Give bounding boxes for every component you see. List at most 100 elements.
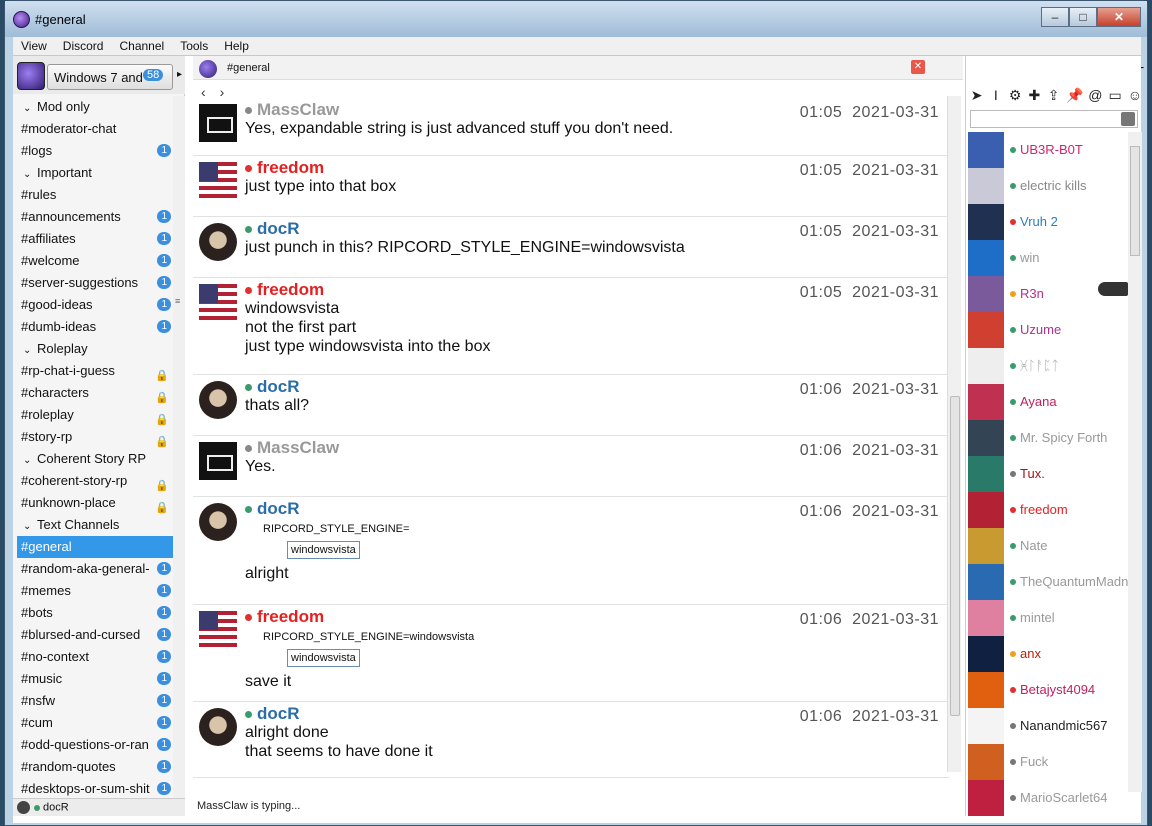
member-scrollbar[interactable] xyxy=(1128,132,1142,792)
member-item[interactable]: win xyxy=(966,240,1128,276)
member-item[interactable]: Mr. Spicy Forth xyxy=(966,420,1128,456)
close-tab-icon[interactable]: ✕ xyxy=(911,60,925,74)
channel-item[interactable]: #blursed-and-cursed 1 xyxy=(17,624,173,646)
forward-arrow-icon[interactable]: › xyxy=(220,84,239,100)
channel-category[interactable]: ⌄ Coherent Story RP xyxy=(17,448,173,470)
channel-item[interactable]: #memes 1 xyxy=(17,580,173,602)
menu-view[interactable]: View xyxy=(13,39,55,53)
menu-discord[interactable]: Discord xyxy=(55,39,112,53)
member-item[interactable]: TheQuantumMadne xyxy=(966,564,1136,600)
upload-icon[interactable]: ⇪ xyxy=(1047,87,1060,104)
channel-item[interactable]: #characters 🔒 xyxy=(17,382,173,404)
scroll-thumb[interactable] xyxy=(950,396,960,716)
member-item[interactable]: Nate xyxy=(966,528,1128,564)
message[interactable]: docR 01:05 2021-03-31 just punch in this? … xyxy=(193,217,949,278)
plus-icon[interactable]: ✚ xyxy=(1028,87,1041,104)
author-name[interactable]: docR xyxy=(245,704,300,724)
author-name[interactable]: freedom xyxy=(245,280,324,300)
channel-item[interactable]: #rules xyxy=(17,184,173,206)
channel-item[interactable]: #logs 1 xyxy=(17,140,173,162)
channel-item[interactable]: #dumb-ideas 1 xyxy=(17,316,173,338)
folder-icon[interactable]: ▭ xyxy=(1108,87,1121,104)
message[interactable]: MassClaw 01:06 2021-03-31 Yes. xyxy=(193,436,949,497)
member-item[interactable]: mintel xyxy=(966,600,1128,636)
member-item[interactable]: Uzume xyxy=(966,312,1128,348)
current-user-bar[interactable]: docR xyxy=(13,798,185,816)
channel-item[interactable]: #no-context 1 xyxy=(17,646,173,668)
chat-scrollbar[interactable] xyxy=(947,96,961,772)
author-name[interactable]: MassClaw xyxy=(245,438,339,458)
channel-category[interactable]: ⌄ Text Channels xyxy=(17,514,173,536)
message[interactable]: docR 01:06 2021-03-31 alright done that see… xyxy=(193,702,949,778)
avatar[interactable] xyxy=(199,104,237,142)
channel-item[interactable]: #general xyxy=(17,536,173,558)
chevron-right-icon[interactable]: ▸ xyxy=(177,69,182,80)
mention-icon[interactable]: @ xyxy=(1088,87,1102,103)
channel-item[interactable]: #odd-questions-or-ran 1 xyxy=(17,734,173,756)
message[interactable]: MassClaw 01:05 2021-03-31 Yes, expandable … xyxy=(193,100,949,156)
avatar[interactable] xyxy=(199,162,237,200)
channel-item[interactable]: #moderator-chat xyxy=(17,118,173,140)
members-icon[interactable]: ☺ xyxy=(1128,87,1142,103)
menu-tools[interactable]: Tools xyxy=(172,39,216,53)
channel-item[interactable]: #roleplay 🔒 xyxy=(17,404,173,426)
channel-item[interactable]: #random-aka-general- 1 xyxy=(17,558,173,580)
channel-item[interactable]: #bots 1 xyxy=(17,602,173,624)
minimize-button[interactable]: – xyxy=(1041,7,1069,27)
tab-general[interactable]: #general xyxy=(227,62,270,74)
channel-item[interactable]: #random-quotes 1 xyxy=(17,756,173,778)
menu-channel[interactable]: Channel xyxy=(111,39,172,53)
member-item[interactable]: anx xyxy=(966,636,1128,672)
channel-item[interactable]: #rp-chat-i-guess 🔒 xyxy=(17,360,173,382)
member-item[interactable]: MarioScarlet64 xyxy=(966,780,1128,816)
channel-item[interactable]: #server-suggestions 1 xyxy=(17,272,173,294)
member-item[interactable]: Vruh 2 xyxy=(966,204,1128,240)
message[interactable]: freedom 01:05 2021-03-31 windowsvista not t… xyxy=(193,278,949,375)
channel-category[interactable]: ⌄ Mod only xyxy=(17,96,173,118)
member-item[interactable]: Nanandmic567 xyxy=(966,708,1128,744)
author-name[interactable]: freedom xyxy=(245,607,324,627)
pointer-icon[interactable]: ➤ xyxy=(970,87,983,104)
pin-icon[interactable]: 📌 xyxy=(1066,87,1083,104)
member-item[interactable]: UB3R-B0T xyxy=(966,132,1128,168)
channel-item[interactable]: #music 1 xyxy=(17,668,173,690)
avatar[interactable] xyxy=(199,223,237,261)
maximize-button[interactable]: □ xyxy=(1069,7,1097,27)
message[interactable]: freedom 01:05 2021-03-31 just type into th… xyxy=(193,156,949,217)
avatar[interactable] xyxy=(199,284,237,322)
member-item[interactable]: freedom xyxy=(966,492,1128,528)
menu-help[interactable]: Help xyxy=(216,39,257,53)
close-button[interactable]: ✕ xyxy=(1097,7,1141,27)
avatar[interactable] xyxy=(199,442,237,480)
title-bar[interactable]: #general – □ ✕ xyxy=(5,1,1147,37)
channel-item[interactable]: #story-rp 🔒 xyxy=(17,426,173,448)
channel-item[interactable]: #coherent-story-rp 🔒 xyxy=(17,470,173,492)
text-cursor-icon[interactable]: I xyxy=(989,87,1002,103)
channel-item[interactable]: #good-ideas 1 xyxy=(17,294,173,316)
scroll-thumb[interactable] xyxy=(1130,146,1140,256)
message[interactable]: freedom 01:06 2021-03-31 RIPCORD_STYLE_ENG… xyxy=(193,605,949,702)
channel-item[interactable]: #cum 1 xyxy=(17,712,173,734)
chevron-down-icon[interactable]: ⌄ xyxy=(23,164,37,184)
channel-category[interactable]: ⌄ Important xyxy=(17,162,173,184)
author-name[interactable]: docR xyxy=(245,499,300,519)
search-icon[interactable] xyxy=(1121,112,1135,126)
channel-item[interactable]: #welcome 1 xyxy=(17,250,173,272)
channel-item[interactable]: #nsfw 1 xyxy=(17,690,173,712)
message[interactable]: docR 01:06 2021-03-31 thats all? xyxy=(193,375,949,436)
avatar[interactable] xyxy=(199,381,237,419)
channel-item[interactable]: #affiliates 1 xyxy=(17,228,173,250)
chevron-down-icon[interactable]: ⌄ xyxy=(23,516,37,536)
avatar[interactable] xyxy=(199,708,237,746)
chevron-down-icon[interactable]: ⌄ xyxy=(23,340,37,360)
avatar[interactable] xyxy=(199,503,237,541)
avatar[interactable] xyxy=(199,611,237,649)
chevron-down-icon[interactable]: ⌄ xyxy=(23,450,37,470)
channel-scrollbar[interactable]: ≡ xyxy=(173,96,185,816)
channel-item[interactable]: #unknown-place 🔒 xyxy=(17,492,173,514)
author-name[interactable]: freedom xyxy=(245,158,324,178)
author-name[interactable]: docR xyxy=(245,219,300,239)
member-item[interactable]: electric kills xyxy=(966,168,1128,204)
member-item[interactable]: Ayana xyxy=(966,384,1128,420)
channel-category[interactable]: ⌄ Roleplay xyxy=(17,338,173,360)
